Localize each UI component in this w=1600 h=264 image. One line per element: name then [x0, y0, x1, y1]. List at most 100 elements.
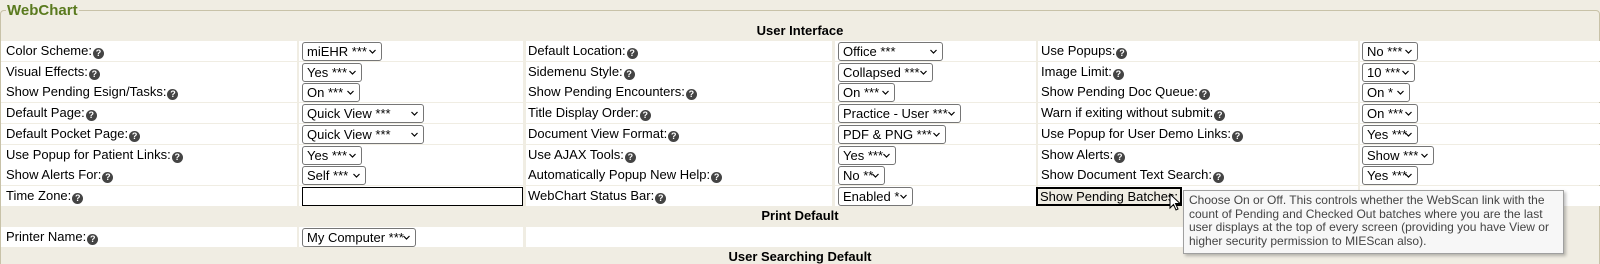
use-popups-label-text: Use Popups:: [1041, 43, 1116, 58]
help-icon[interactable]: ?: [626, 48, 638, 59]
time-zone-label: Time Zone:?: [6, 186, 84, 206]
help-icon[interactable]: ?: [685, 89, 697, 101]
help-icon[interactable]: ?: [623, 68, 635, 80]
use-ajax-tools-label: Use AJAX Tools:?: [528, 145, 636, 165]
help-icon[interactable]: ?: [171, 151, 183, 163]
use-popups-label: Use Popups:?: [1041, 41, 1128, 61]
document-view-format-label-text: Document View Format:: [528, 125, 668, 141]
image-limit-label-text: Image Limit:: [1041, 63, 1112, 79]
help-icon[interactable]: ?: [711, 172, 723, 184]
automatically-popup-new-help-label: Automatically Popup New Help:?: [528, 165, 723, 185]
help-icon[interactable]: ?: [1112, 68, 1124, 80]
color-scheme-label: Color Scheme:?: [6, 41, 104, 61]
use-popup-for-user-demo-links-label: Use Popup for User Demo Links:?: [1041, 124, 1244, 144]
fieldset-legend: WebChart: [6, 2, 79, 19]
show-pending-doc-queue-select-value: On *: [1367, 85, 1394, 101]
show-pending-doc-queue-select[interactable]: On *: [1362, 83, 1410, 103]
chevron-down-icon: [933, 132, 940, 137]
visual-effects-select-value: Yes ***: [307, 64, 347, 80]
visual-effects-label-text: Visual Effects:: [6, 63, 88, 79]
time-zone-label-text: Time Zone:: [6, 187, 72, 203]
warn-if-exiting-without-submit-select[interactable]: On ***: [1362, 104, 1418, 124]
chevron-down-icon: [900, 194, 907, 199]
help-icon[interactable]: ?: [1114, 151, 1126, 163]
help-icon[interactable]: ?: [102, 172, 114, 184]
use-ajax-tools-label-text: Use AJAX Tools:: [528, 146, 624, 162]
default-page-label-text: Default Page:: [6, 105, 85, 121]
chevron-down-icon: [1397, 90, 1404, 96]
color-scheme-select-value: miEHR ***: [307, 44, 367, 59]
help-icon[interactable]: ?: [167, 89, 179, 101]
section-title-user-interface: User Interface: [756, 23, 844, 38]
show-pending-esign-tasks-select[interactable]: On ***: [302, 83, 360, 103]
chevron-down-icon: [1405, 111, 1412, 116]
default-location-select[interactable]: Office ***: [838, 42, 943, 61]
default-page-label: Default Page:?: [6, 103, 97, 123]
automatically-popup-new-help-select[interactable]: No **: [838, 166, 885, 186]
settings-row: Color Scheme:? miEHR *** Default Location:…: [0, 41, 1600, 62]
help-icon[interactable]: ?: [655, 192, 667, 204]
use-ajax-tools-select-value: Yes ***: [843, 147, 883, 163]
use-popup-for-user-demo-links-select-value: Yes ***: [1367, 126, 1407, 142]
automatically-popup-new-help-select-value: No **: [843, 168, 874, 184]
help-icon[interactable]: ?: [668, 130, 680, 142]
help-icon[interactable]: ?: [85, 110, 97, 122]
chevron-down-icon: [1421, 153, 1428, 158]
use-popup-for-patient-links-select[interactable]: Yes ***: [302, 145, 362, 165]
chevron-down-icon: [1405, 49, 1412, 54]
help-icon[interactable]: ?: [639, 110, 651, 122]
show-pending-encounters-label: Show Pending Encounters:?: [528, 82, 697, 102]
show-alerts-for-select[interactable]: Self ***: [302, 166, 366, 186]
use-popup-for-user-demo-links-select[interactable]: Yes ***: [1362, 124, 1418, 144]
warn-if-exiting-without-submit-label: Warn if exiting without submit:?: [1041, 103, 1226, 123]
settings-row: Default Page:? Quick View *** Title Displa…: [0, 103, 1600, 124]
help-icon[interactable]: ?: [87, 234, 99, 245]
help-icon[interactable]: ?: [1116, 48, 1128, 59]
default-pocket-page-select[interactable]: Quick View ***: [302, 124, 424, 144]
printer-name-label: Printer Name:?: [6, 227, 99, 247]
help-icon[interactable]: ?: [624, 151, 636, 163]
document-view-format-select-value: PDF & PNG ***: [843, 126, 932, 142]
help-icon[interactable]: ?: [129, 130, 141, 142]
help-icon[interactable]: ?: [72, 192, 84, 204]
chevron-down-icon: [948, 111, 955, 116]
show-pending-encounters-label-text: Show Pending Encounters:: [528, 84, 685, 100]
title-display-order-select-value: Practice - User ***: [843, 106, 948, 122]
chevron-down-icon: [411, 132, 418, 137]
show-alerts-select[interactable]: Show ***: [1362, 145, 1434, 165]
settings-row: Visual Effects:? Yes *** Sidemenu Style:? C…: [0, 61, 1600, 83]
printer-name-select[interactable]: My Computer ***: [302, 228, 416, 247]
automatically-popup-new-help-label-text: Automatically Popup New Help:: [528, 167, 711, 183]
title-display-order-select[interactable]: Practice - User ***: [838, 104, 961, 124]
use-ajax-tools-select[interactable]: Yes ***: [838, 145, 896, 165]
color-scheme-label-text: Color Scheme:: [6, 43, 92, 58]
document-view-format-label: Document View Format:?: [528, 124, 680, 144]
sidemenu-style-select[interactable]: Collapsed ***: [838, 62, 933, 82]
default-pocket-page-select-value: Quick View ***: [307, 126, 391, 142]
color-scheme-select[interactable]: miEHR ***: [302, 42, 382, 61]
show-pending-encounters-select[interactable]: On ***: [838, 83, 895, 103]
help-icon[interactable]: ?: [1232, 130, 1244, 142]
help-icon[interactable]: ?: [92, 48, 104, 59]
document-view-format-select[interactable]: PDF & PNG ***: [838, 124, 946, 144]
time-zone-input[interactable]: [302, 186, 523, 206]
printer-name-select-value: My Computer ***: [307, 230, 404, 245]
use-popup-for-user-demo-links-label-text: Use Popup for User Demo Links:: [1041, 125, 1232, 141]
default-location-label-text: Default Location:: [528, 43, 626, 58]
visual-effects-select[interactable]: Yes ***: [302, 62, 362, 82]
help-icon[interactable]: ?: [1213, 172, 1225, 184]
default-page-select[interactable]: Quick View ***: [302, 104, 424, 124]
help-icon[interactable]: ?: [88, 68, 100, 80]
webchart-status-bar-select[interactable]: Enabled *: [838, 186, 913, 206]
warn-if-exiting-without-submit-label-text: Warn if exiting without submit:: [1041, 105, 1214, 121]
chevron-down-icon: [920, 70, 927, 75]
show-pending-encounters-select-value: On ***: [843, 85, 880, 101]
help-icon[interactable]: ?: [1214, 110, 1226, 122]
show-alerts-label-text: Show Alerts:: [1041, 146, 1114, 162]
use-popups-select[interactable]: No ***: [1362, 42, 1418, 61]
show-document-text-search-select[interactable]: Yes ***: [1362, 166, 1418, 186]
show-pending-batches-label: Show Pending Batches:: [1036, 186, 1183, 206]
help-icon[interactable]: ?: [1198, 89, 1210, 101]
default-location-label: Default Location:?: [528, 41, 638, 61]
image-limit-select[interactable]: 10 ***: [1362, 62, 1415, 82]
